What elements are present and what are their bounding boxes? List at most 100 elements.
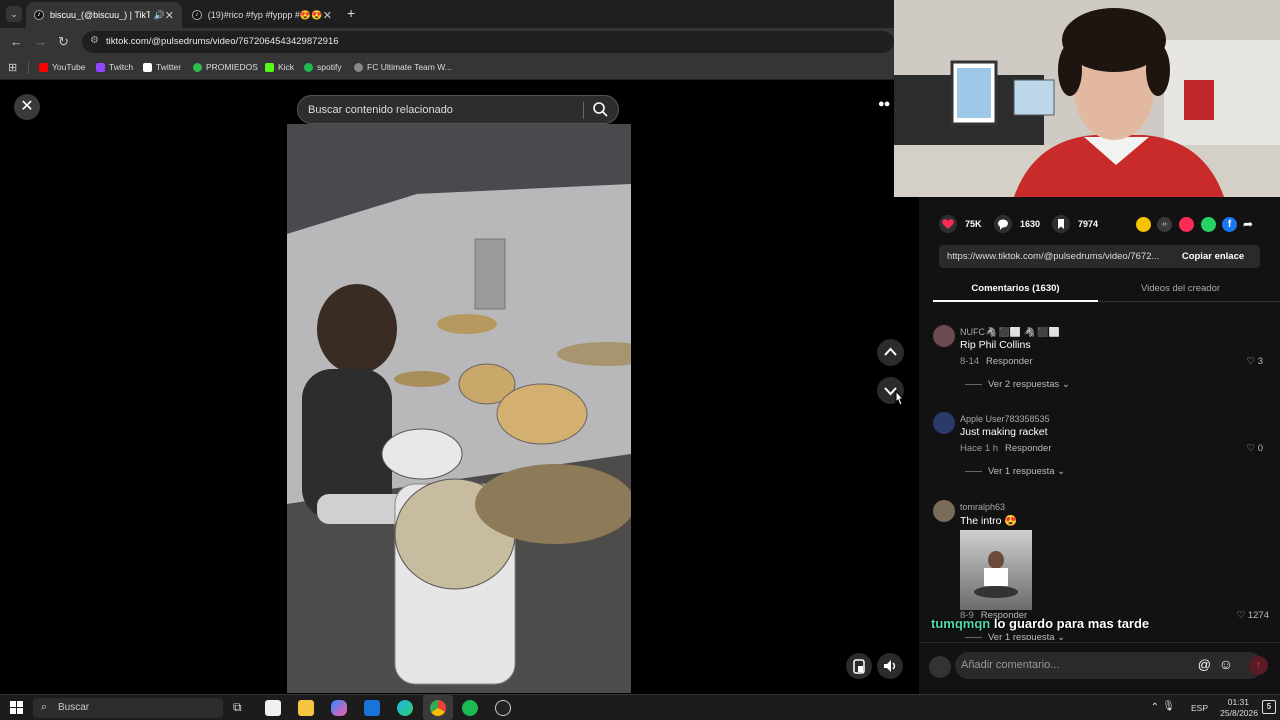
copilot-icon[interactable] [331,700,347,716]
like-button[interactable]: 75K [939,215,982,233]
mention-icon[interactable]: @ [1198,657,1211,672]
related-search-input[interactable]: Buscar contenido relacionado [297,95,619,124]
kick-icon [265,62,274,72]
tab-tiktok-video[interactable]: ♪ (19)#rico #fyp #fyppp #😍😍🥴 ✕ [184,2,340,28]
site-info-icon[interactable]: ⚙ [90,35,99,46]
tab-tiktok-profile[interactable]: ♪ biscuu_(@biscuu_) | TikTok 🔊 ✕ [26,2,182,28]
spotify-icon[interactable] [462,700,478,716]
streamer-camera-image [894,0,1280,197]
webcam-overlay [894,0,1280,197]
view-replies-label: Ver 1 respuesta [988,466,1055,477]
avatar[interactable] [933,500,955,522]
copy-link-button[interactable]: Copiar enlace [1166,245,1260,268]
bookmark-youtube[interactable]: YouTube [39,62,85,72]
reply-button[interactable]: Responder [1005,443,1051,454]
previous-video-button[interactable] [877,339,904,366]
video-link[interactable]: https://www.tiktok.com/@pulsedrums/video… [947,251,1173,262]
comment-username[interactable]: NUFC🦓 ⬛⬜ 🦓 ⬛⬜ [960,327,1060,338]
view-replies-label: Ver 1 respuesta [988,632,1055,640]
bookmark-icon [1052,215,1070,233]
save-count: 7974 [1078,219,1099,229]
reply-button[interactable]: Responder [986,356,1032,367]
url-field[interactable]: ⚙ tiktok.com/@pulsedrums/video/767206454… [82,31,894,53]
avatar[interactable] [933,412,955,434]
search-icon[interactable] [592,101,608,120]
tab-comments[interactable]: Comentarios (1630) [933,283,1098,294]
twitch-icon [96,62,105,72]
facebook-icon[interactable]: f [1222,217,1237,232]
back-icon[interactable]: ← [10,34,23,49]
x-icon [143,62,152,72]
bookmark-twitter[interactable]: Twitter [143,62,181,72]
tab-title: biscuu_(@biscuu_) | TikTok [49,10,150,20]
outlook-icon[interactable] [364,700,380,716]
emoji-icon[interactable]: ☺ [1219,656,1233,672]
bookmark-fc-ultimate[interactable]: FC Ultimate Team W... [354,62,452,72]
windows-start-icon[interactable] [10,701,23,714]
pip-button[interactable] [846,653,872,679]
comment-text: Rip Phil Collins [960,339,1031,351]
arrow-up-icon: ↑ [1255,659,1262,671]
microphone-icon[interactable]: 🎙 [1162,701,1175,712]
chat-username: tumqmqn [931,616,991,631]
avatar[interactable] [933,325,955,347]
tab-list-button[interactable]: ⌄ [6,6,22,22]
language-indicator[interactable]: ESP [1191,703,1208,713]
chrome-icon[interactable] [430,700,446,716]
bookmark-promiedos[interactable]: PROMIEDOS [193,62,258,72]
comment-count-button[interactable]: 1630 [994,215,1040,233]
bookmark-twitch[interactable]: Twitch [96,62,133,72]
store-icon[interactable] [265,700,281,716]
taskbar-search[interactable]: ⌕ Buscar [33,698,223,718]
comment-date: 8-14 [960,356,980,367]
comment-username[interactable]: tomralph63 [960,502,1005,512]
view-replies-button[interactable]: Ver 1 respuesta ⌄ [965,466,1065,477]
youtube-icon [39,62,48,72]
obs-icon[interactable] [495,700,511,716]
chevron-up-icon[interactable]: ⌃ [1151,702,1159,713]
send-icon[interactable] [1179,217,1194,232]
embed-icon[interactable]: ‹› [1157,217,1172,232]
forward-icon[interactable]: → [34,34,47,49]
video-player[interactable] [287,124,631,693]
add-comment-input[interactable]: Añadir comentario... @ ☺ [955,652,1263,679]
comment-video-thumbnail[interactable] [960,530,1032,610]
drummer-thumbnail-image [974,551,1018,598]
comment-like-button[interactable]: ♡ 3 [1247,356,1263,367]
windows-taskbar: ⌕ Buscar ⧉ ⌃ 🎙 ESP 01:31 25/8/2026 5 [0,694,1280,720]
comment-like-button[interactable]: ♡ 0 [1247,443,1263,454]
share-arrow-icon[interactable]: ➦ [1243,217,1258,232]
save-button[interactable]: 7974 [1052,215,1098,233]
bookmark-label: spotify [317,62,342,72]
file-explorer-icon[interactable] [298,700,314,716]
reload-icon[interactable]: ↻ [58,34,69,50]
coin-share-icon[interactable] [1136,217,1151,232]
close-icon: ✕ [20,98,34,115]
bookmark-kick[interactable]: Kick [265,62,294,72]
notifications-icon[interactable]: 5 [1262,700,1276,714]
close-tab-icon[interactable]: ✕ [323,9,332,22]
view-replies-button[interactable]: Ver 1 respuesta ⌄ [965,632,1065,640]
comment-like-button[interactable]: ♡ 1274 [1237,610,1269,621]
tab-title: (19)#rico #fyp #fyppp #😍😍🥴 [207,9,323,20]
spotify-icon [304,62,313,72]
clock-time[interactable]: 01:31 [1228,697,1249,707]
browser-tab-bar: ⌄ ♪ biscuu_(@biscuu_) | TikTok 🔊 ✕ ♪ (19… [0,0,894,28]
apps-grid-icon[interactable]: ⊞ [8,61,17,74]
tiktok-icon: ♪ [34,10,44,20]
close-tab-icon[interactable]: ✕ [165,9,174,22]
send-comment-button[interactable]: ↑ [1249,656,1268,675]
whatsapp-icon[interactable] [1201,217,1216,232]
bookmarks-bar: ⊞ YouTube Twitch Twitter PROMIEDOS Kick … [0,56,894,80]
edge-icon[interactable] [397,700,413,716]
close-video-button[interactable]: ✕ [14,94,40,120]
new-tab-button[interactable]: + [347,5,355,21]
view-replies-button[interactable]: Ver 2 respuestas ⌄ [965,379,1070,390]
task-view-icon[interactable]: ⧉ [233,700,242,715]
comment-username[interactable]: Apple User783358535 [960,414,1050,424]
active-tab-underline [933,300,1098,302]
clock-date[interactable]: 25/8/2026 [1220,708,1258,718]
bookmark-spotify[interactable]: spotify [304,62,342,72]
volume-button[interactable] [877,653,903,679]
tab-creator-videos[interactable]: Videos del creador [1098,283,1263,294]
